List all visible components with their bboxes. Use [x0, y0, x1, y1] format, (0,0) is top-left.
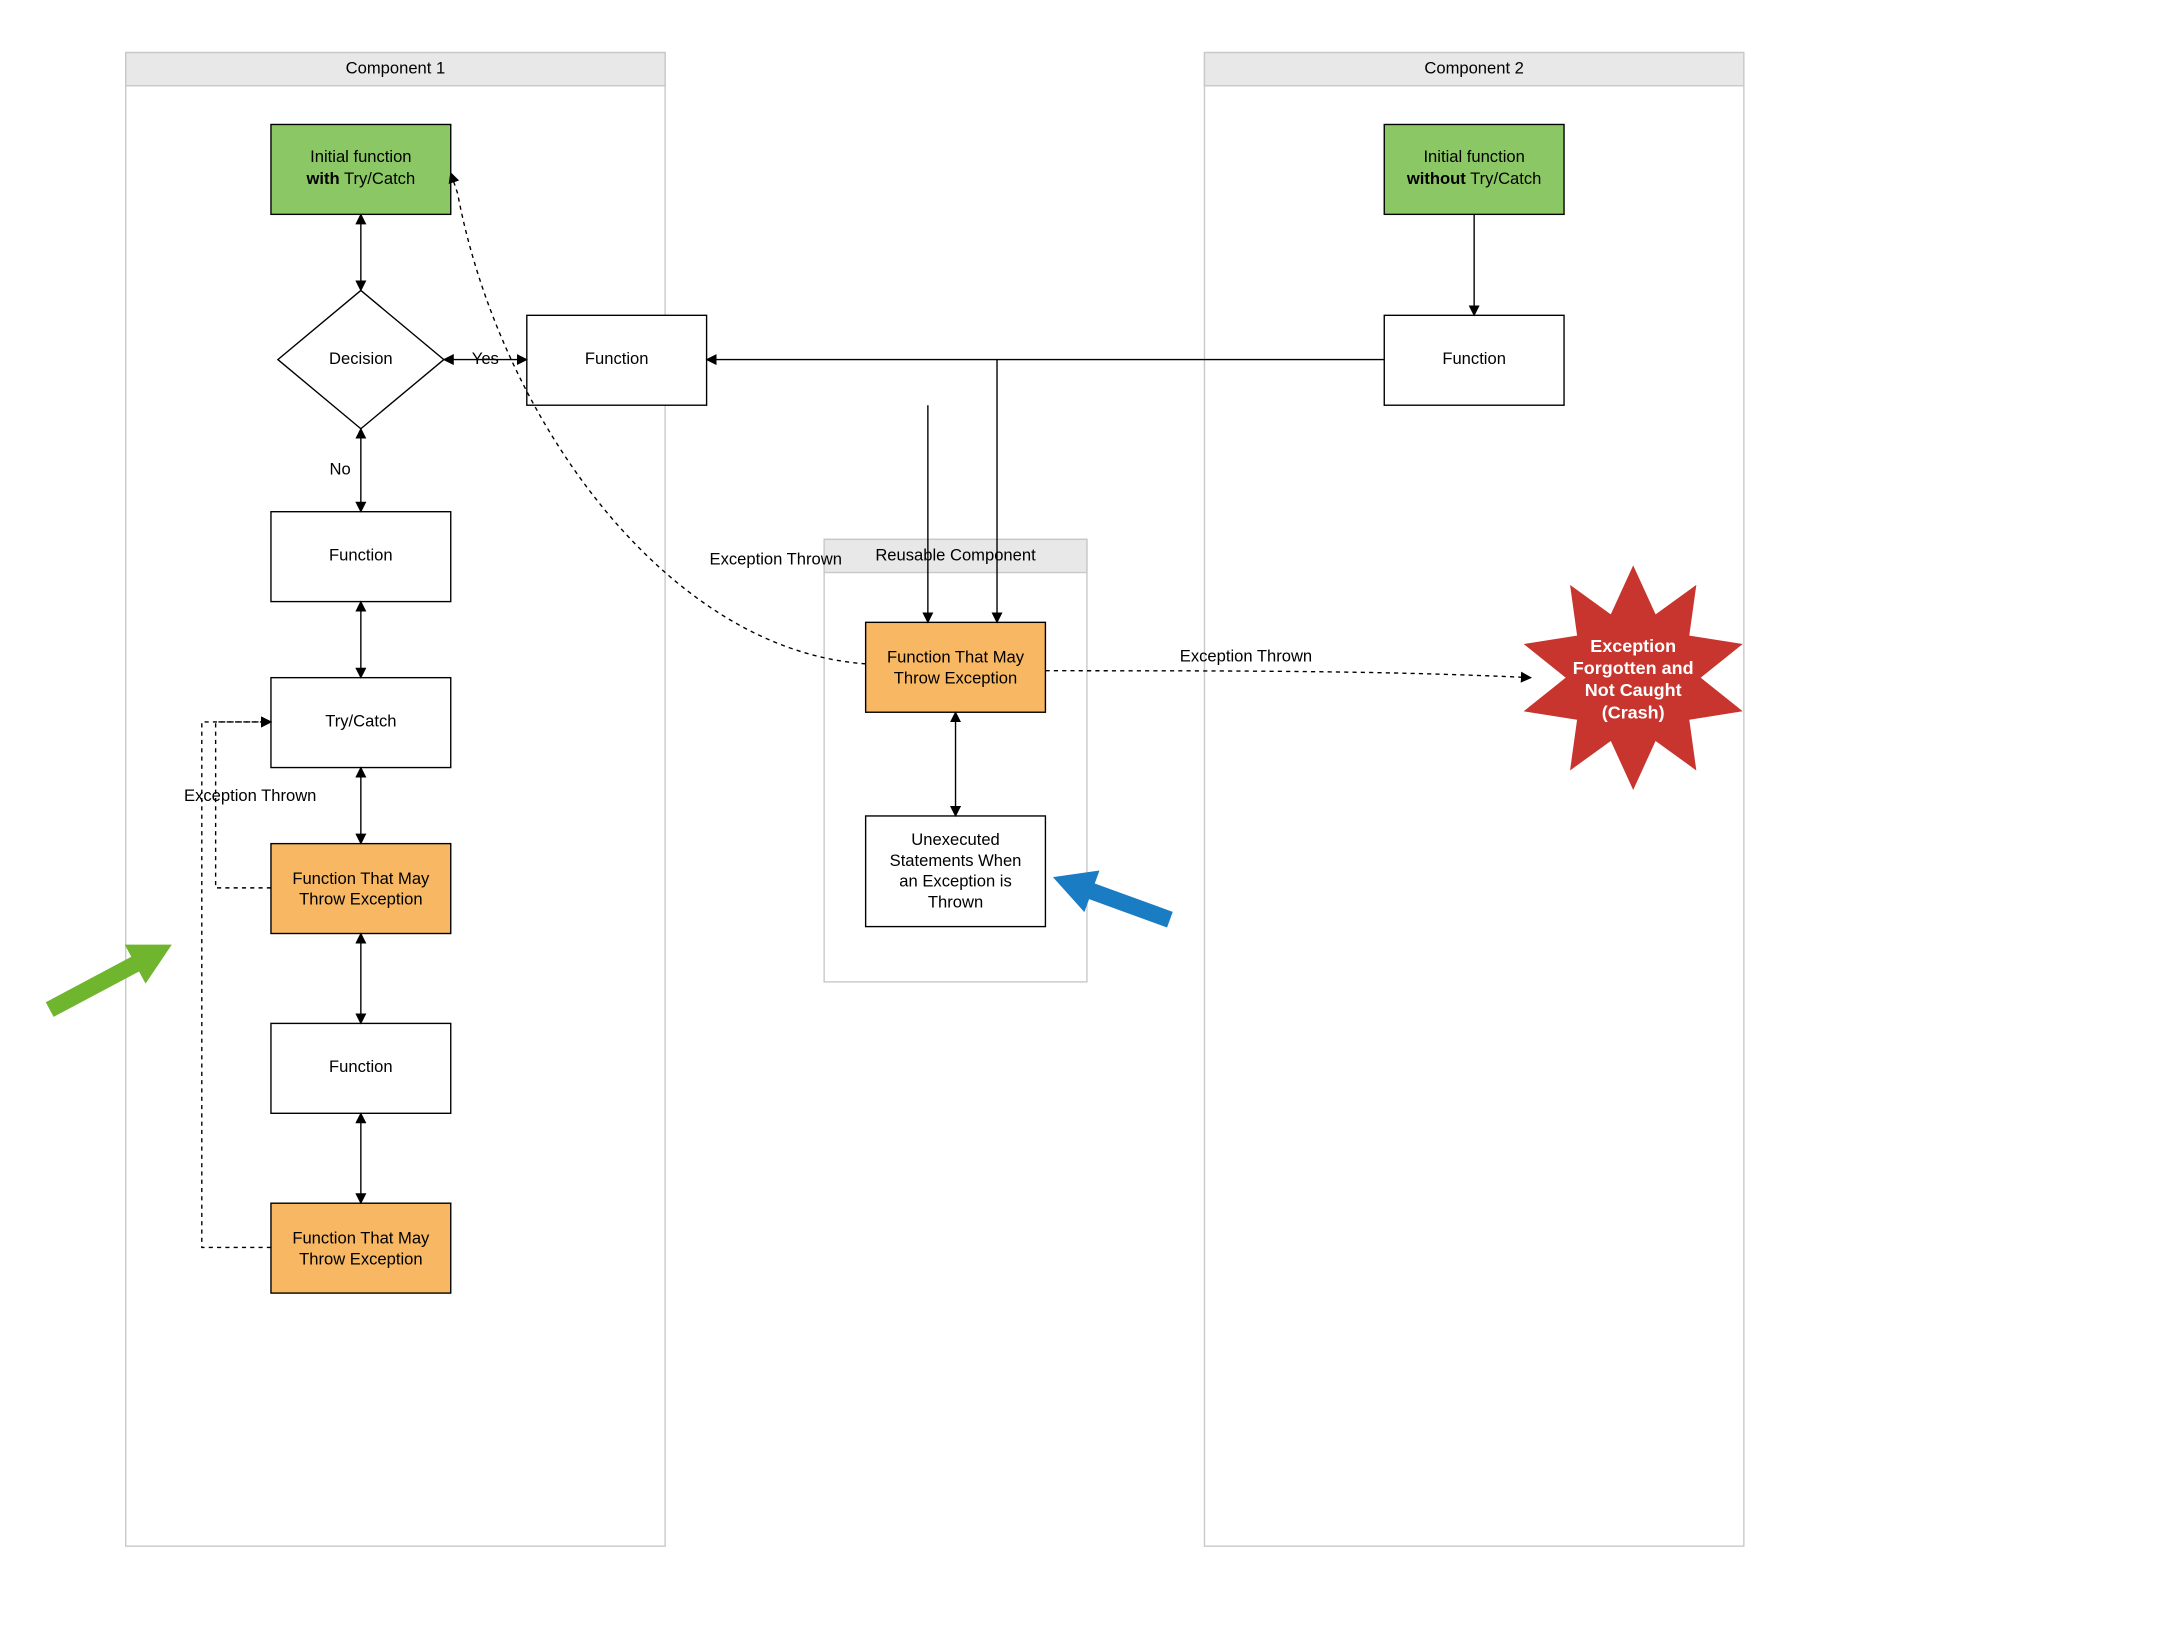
text: Not Caught [1585, 680, 1682, 700]
text: Function [585, 349, 649, 368]
node-c1-func4: Function [271, 1023, 451, 1113]
text: without [1406, 169, 1466, 188]
text: Decision [329, 349, 393, 368]
node-c1-try: Try/Catch [271, 678, 451, 768]
text: with [305, 169, 339, 188]
svg-text:Function That May: Function That May [887, 648, 1025, 667]
text: Try/Catch [325, 711, 396, 730]
node-c1-initial: Initial function with Try/Catch [271, 124, 451, 214]
svg-text:Unexecuted: Unexecuted [911, 830, 999, 849]
text: Try/Catch [340, 169, 416, 188]
edge-label-exception-mid: Exception Thrown [710, 549, 842, 568]
node-c2-func: Function [1384, 315, 1564, 405]
edge-label-exception-left: Exception Thrown [184, 786, 316, 805]
container-component-1-title: Component 1 [346, 59, 446, 78]
container-reusable-title: Reusable Component [875, 545, 1036, 564]
node-c1-func-below: Function [271, 512, 451, 602]
text: Forgotten and [1573, 658, 1694, 678]
svg-text:Function That May: Function That May [292, 1229, 430, 1248]
svg-text:Thrown: Thrown [928, 892, 983, 911]
text: Function [329, 1057, 393, 1076]
flowchart-diagram: Component 1 Component 2 Reusable Compone… [0, 0, 2160, 1625]
svg-text:Throw Exception: Throw Exception [299, 890, 422, 909]
svg-text:without Try/Catch: without Try/Catch [1406, 169, 1541, 188]
edge-label-exception-right: Exception Thrown [1180, 646, 1312, 665]
node-c1-throw2: Function That May Throw Exception [271, 1203, 451, 1293]
node-c1-func-right: Function [527, 315, 707, 405]
svg-text:an Exception is: an Exception is [899, 872, 1011, 891]
svg-text:with Try/Catch: with Try/Catch [305, 169, 415, 188]
node-c2-initial: Initial function without Try/Catch [1384, 124, 1564, 214]
edge-label-no: No [330, 460, 351, 479]
text: Function [329, 545, 393, 564]
node-c1-throw1: Function That May Throw Exception [271, 844, 451, 934]
text: Initial function [310, 147, 411, 166]
svg-text:Throw Exception: Throw Exception [894, 668, 1017, 687]
container-component-2-title: Component 2 [1424, 59, 1524, 78]
text: Function [1442, 349, 1506, 368]
text: Try/Catch [1466, 169, 1542, 188]
node-reuse-unexec: Unexecuted Statements When an Exception … [866, 816, 1046, 927]
svg-text:Function That May: Function That May [292, 869, 430, 888]
text: Initial function [1423, 147, 1524, 166]
svg-text:Statements When: Statements When [890, 851, 1022, 870]
edge-label-yes: Yes [472, 349, 499, 368]
text: Exception [1590, 636, 1676, 656]
text: (Crash) [1602, 702, 1665, 722]
node-reuse-throw: Function That May Throw Exception [866, 622, 1046, 712]
svg-text:Throw Exception: Throw Exception [299, 1249, 422, 1268]
